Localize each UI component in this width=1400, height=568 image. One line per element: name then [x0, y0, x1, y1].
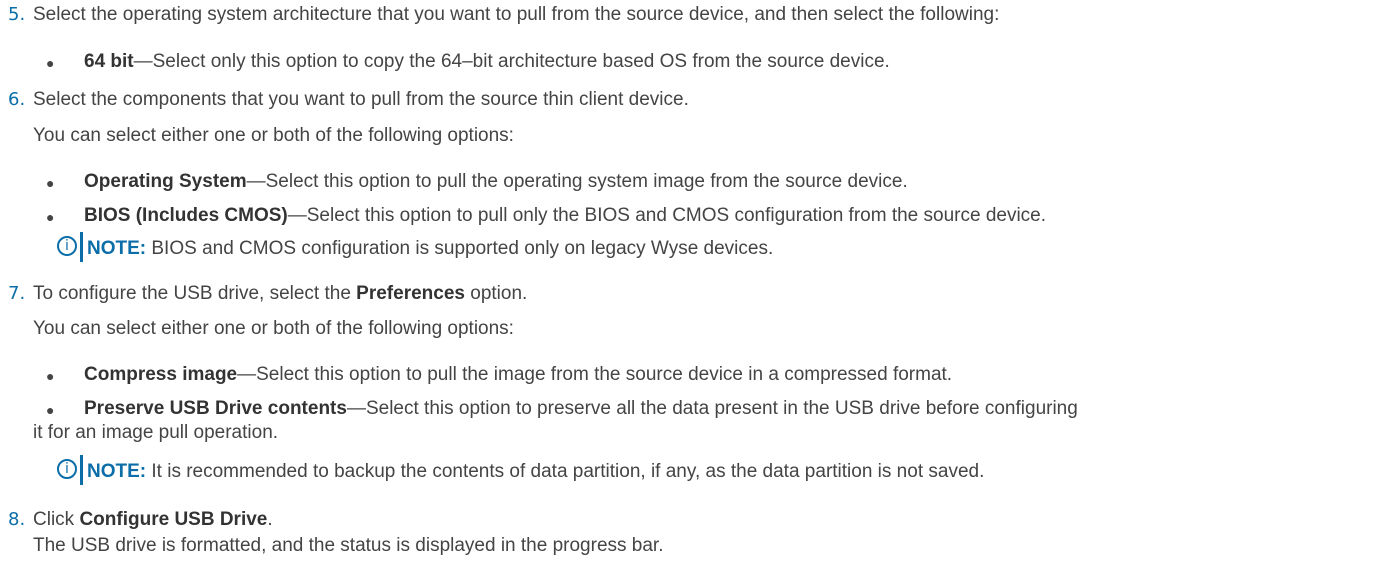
- step-6-subtext: You can select either one or both of the…: [33, 125, 514, 146]
- bullet: ●: [46, 402, 55, 418]
- bullet-item-bios: BIOS (Includes CMOS)—Select this option …: [84, 205, 1046, 227]
- bullet-item-64bit: 64 bit—Select only this option to copy t…: [84, 51, 890, 73]
- bullet-item-os: Operating System—Select this option to p…: [84, 171, 908, 193]
- step-number-6: 6.: [8, 89, 26, 110]
- bullet-item-preserve: Preserve USB Drive contents—Select this …: [84, 398, 1078, 420]
- configure-usb-term: Configure USB Drive: [79, 509, 268, 530]
- step-7-text: To configure the USB drive, select the P…: [33, 283, 527, 305]
- term-64bit: 64 bit: [84, 51, 134, 72]
- note-text: It is recommended to backup the contents…: [146, 461, 985, 482]
- term-preserve: Preserve USB Drive contents: [84, 398, 347, 419]
- note-divider: [80, 232, 83, 262]
- bullet: ●: [46, 209, 55, 225]
- bullet: ●: [46, 368, 55, 384]
- preferences-term: Preferences: [356, 283, 465, 304]
- term-os: Operating System: [84, 171, 247, 192]
- info-circle-icon: i: [57, 236, 77, 256]
- step-5-text: Select the operating system architecture…: [33, 4, 1000, 25]
- step-number-7: 7.: [8, 283, 26, 304]
- step-6-text: Select the components that you want to p…: [33, 89, 689, 110]
- term-bios: BIOS (Includes CMOS): [84, 205, 288, 226]
- note-text: BIOS and CMOS configuration is supported…: [146, 238, 774, 259]
- term-compress: Compress image: [84, 364, 238, 385]
- desc-os: —Select this option to pull the operatin…: [246, 171, 908, 192]
- bullet: ●: [46, 175, 55, 191]
- desc-preserve-cont: it for an image pull operation.: [33, 422, 279, 443]
- step-7-text-end: option.: [464, 283, 528, 304]
- note-1: NOTE: BIOS and CMOS configuration is sup…: [87, 238, 773, 260]
- step-8-subtext: The USB drive is formatted, and the stat…: [33, 535, 664, 556]
- note-divider: [80, 455, 83, 485]
- desc-bios: —Select this option to pull only the BIO…: [287, 205, 1047, 226]
- step-number-5: 5.: [8, 4, 26, 25]
- desc-compress: —Select this option to pull the image fr…: [237, 364, 953, 385]
- step-8-text: Click Configure USB Drive.: [33, 509, 273, 531]
- note-label: NOTE:: [87, 461, 147, 482]
- step-8-text-start: Click: [33, 509, 80, 530]
- step-7-subtext: You can select either one or both of the…: [33, 318, 514, 339]
- info-circle-icon: i: [57, 459, 77, 479]
- step-7-text-start: To configure the USB drive, select the: [33, 283, 357, 304]
- step-8-text-end: .: [267, 509, 273, 530]
- desc-preserve: —Select this option to preserve all the …: [346, 398, 1078, 419]
- desc-64bit: —Select only this option to copy the 64–…: [133, 51, 890, 72]
- bullet: ●: [46, 55, 55, 71]
- note-label: NOTE:: [87, 238, 147, 259]
- step-number-8: 8.: [8, 509, 26, 530]
- note-2: NOTE: It is recommended to backup the co…: [87, 461, 984, 483]
- bullet-item-compress: Compress image—Select this option to pul…: [84, 364, 952, 386]
